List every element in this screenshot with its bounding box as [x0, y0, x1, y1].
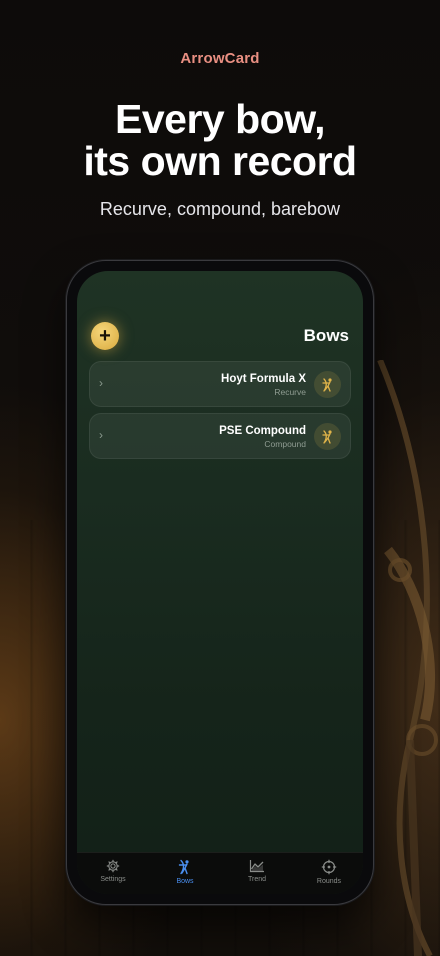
compound-bow-illustration — [377, 360, 438, 956]
subheadline: Recurve, compound, barebow — [99, 199, 341, 219]
tab-label: Rounds — [316, 878, 342, 885]
brand-name: ArrowCard — [180, 50, 260, 67]
headline-line-1: Every bow, — [115, 96, 325, 142]
headline: Every bow, its own record — [0, 98, 440, 182]
trend-chart-icon — [249, 860, 264, 873]
tab-trend[interactable]: Trend — [227, 859, 287, 883]
bow-name: Hoyt Formula X — [221, 373, 306, 385]
archer-icon — [178, 859, 189, 875]
archer-icon — [314, 371, 341, 398]
chevron-right-icon: › — [99, 428, 103, 442]
bow-type: Recurve — [274, 387, 306, 397]
archer-icon — [314, 423, 341, 450]
screen-title: Bows — [303, 326, 349, 345]
tab-bows[interactable]: Bows — [155, 859, 215, 885]
headline-line-2: its own record — [83, 138, 357, 184]
tab-bar: Settings Bows Trend Rounds — [77, 852, 363, 894]
chevron-right-icon: › — [99, 376, 103, 390]
bow-card-hoyt[interactable]: › Hoyt Formula X Recurve — [89, 361, 351, 407]
tab-label: Settings — [100, 876, 126, 883]
bow-card-pse[interactable]: › PSE Compound Compound — [89, 413, 351, 459]
tab-label: Trend — [247, 876, 267, 883]
plus-icon: + — [99, 325, 111, 347]
bow-name: PSE Compound — [219, 425, 306, 437]
gear-icon — [106, 859, 120, 873]
bow-type: Compound — [264, 439, 306, 449]
phone-frame: + Bows › Hoyt Formula X Recurve › PSE Co… — [66, 260, 374, 905]
tab-settings[interactable]: Settings — [83, 859, 143, 883]
tab-label: Bows — [176, 878, 194, 885]
add-bow-button[interactable]: + — [91, 322, 119, 350]
app-screen: + Bows › Hoyt Formula X Recurve › PSE Co… — [77, 271, 363, 894]
crosshair-icon — [321, 859, 337, 875]
tab-rounds[interactable]: Rounds — [299, 859, 359, 885]
